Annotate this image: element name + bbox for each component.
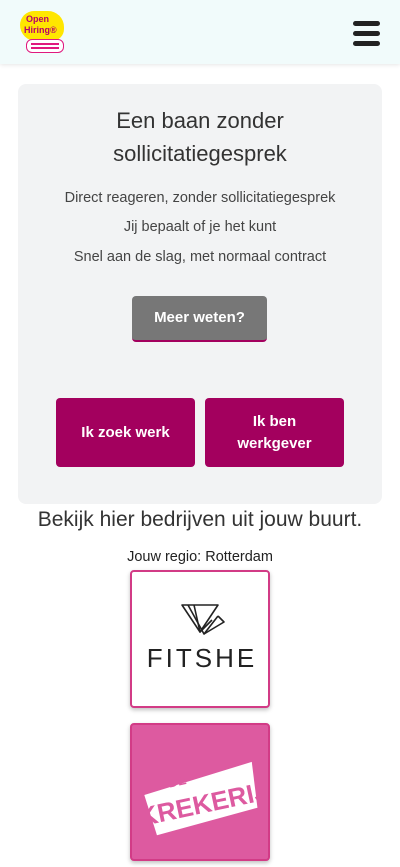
- fitshe-name: FITSHE: [147, 643, 257, 673]
- hero-bullet-1: Direct reageren, zonder sollicitatiegesp…: [64, 190, 336, 206]
- company-card-krekerij[interactable]: DE KREKERIJ: [130, 723, 270, 861]
- fitshe-logo: FITSHE: [147, 604, 257, 673]
- hero-title: Een baan zonder sollicitatiegesprek: [113, 108, 287, 166]
- seek-work-label: Ik zoek werk: [81, 423, 170, 441]
- logo-text-line1: Open: [26, 14, 50, 24]
- employer-label-line1: Ik ben: [252, 412, 297, 430]
- hamburger-menu-icon[interactable]: [350, 18, 382, 48]
- open-hiring-logo[interactable]: Open Hiring®: [20, 11, 68, 55]
- companies-heading: Bekijk hier bedrijven uit jouw buurt.: [37, 508, 363, 531]
- hero-card: Een baan zonder sollicitatiegesprek Dire…: [18, 84, 382, 504]
- employer-label-line2: werkgever: [237, 434, 312, 452]
- krekerij-logo: DE KREKERIJ: [136, 761, 268, 836]
- region-label: Jouw regio: Rotterdam: [127, 549, 273, 565]
- employer-button[interactable]: Ik ben werkgever: [205, 398, 344, 467]
- site-header: Open Hiring®: [0, 0, 400, 64]
- logo-tagline-badge: [26, 39, 64, 53]
- seek-work-button[interactable]: Ik zoek werk: [56, 398, 195, 467]
- company-card-fitshe[interactable]: FITSHE: [130, 570, 270, 708]
- more-info-button[interactable]: Meer weten?: [132, 296, 267, 342]
- logo-text-line2: Hiring®: [24, 25, 57, 35]
- hero-bullet-3: Snel aan de slag, met normaal contract: [73, 249, 327, 265]
- hero-bullet-2: Jij bepaalt of je het kunt: [123, 219, 277, 235]
